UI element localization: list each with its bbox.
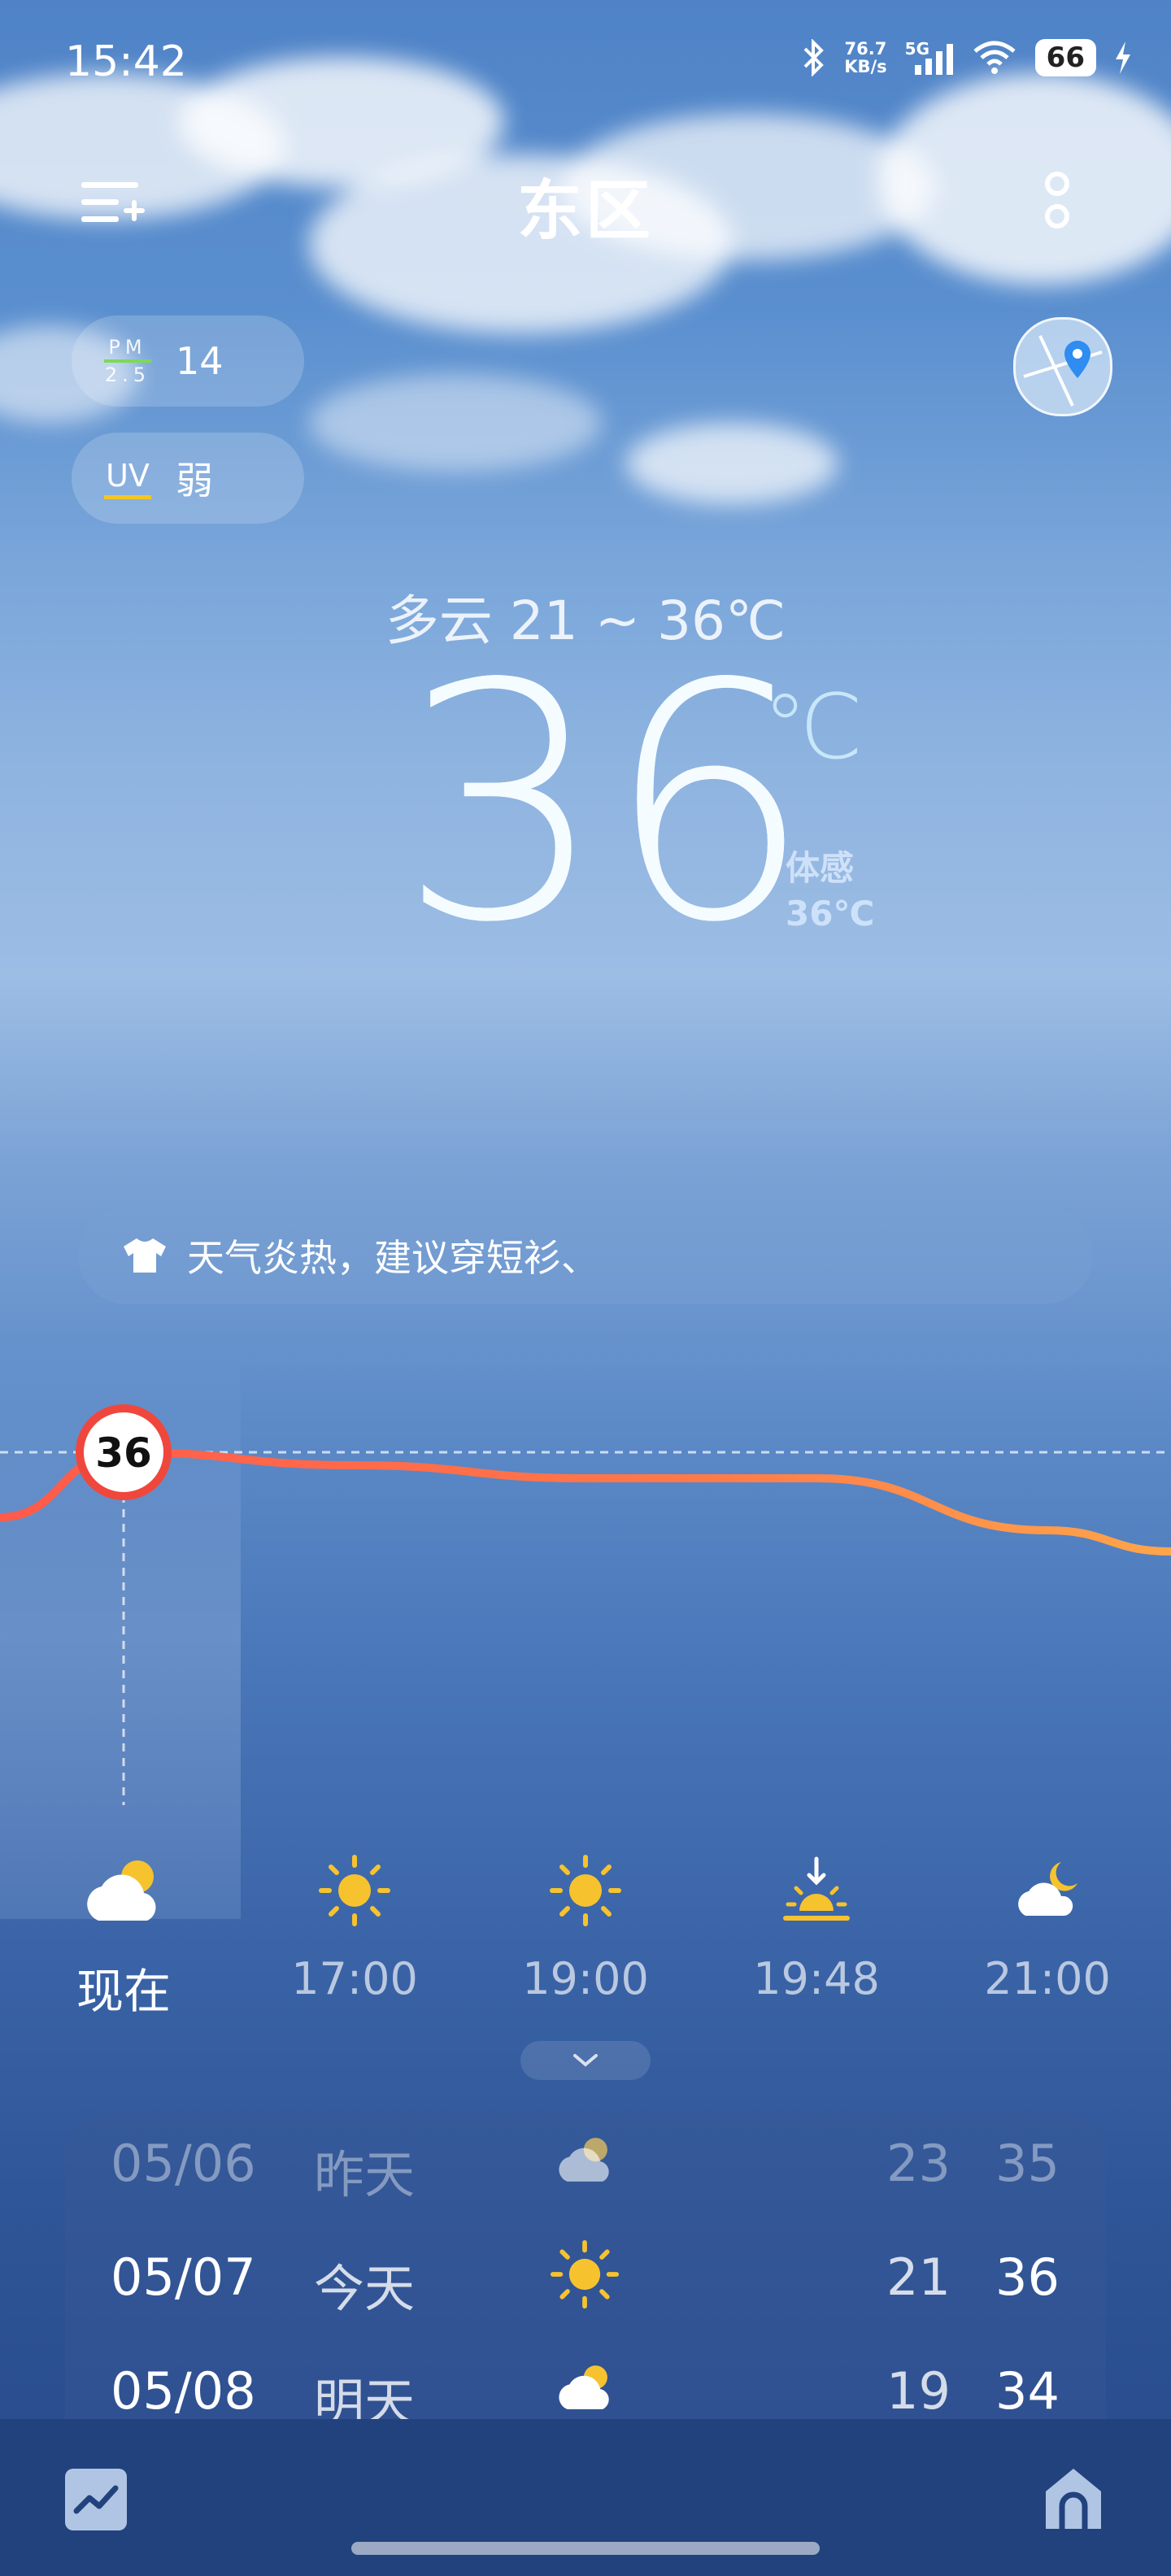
hour-label: 17:00 xyxy=(291,1953,418,2004)
map-button[interactable] xyxy=(1013,317,1112,416)
sun-icon xyxy=(319,1855,390,1926)
hour-label: 19:00 xyxy=(522,1953,649,2004)
advice-text: 天气炎热，建议穿短衫、 xyxy=(187,1236,599,1280)
hour-label: 现在 xyxy=(76,1964,171,2019)
daily-row[interactable]: 05/08 明天 19 34 xyxy=(65,2342,1106,2423)
pm-label-bottom: 2.5 xyxy=(104,363,151,386)
partly-cloudy-night-icon xyxy=(1018,1862,1077,1916)
partly-cloudy-day-icon xyxy=(87,1860,156,1921)
hour-item-now[interactable]: 现在 xyxy=(34,1854,213,2021)
now-temperature-marker: 36 xyxy=(76,1404,172,1500)
daily-row[interactable]: 05/07 今天 21 36 xyxy=(65,2228,1106,2326)
pm-label-top: PM xyxy=(108,336,147,359)
daily-low: 19 xyxy=(886,2361,951,2421)
signal-icon: 5G xyxy=(905,39,954,76)
expand-hourly-button[interactable] xyxy=(520,2041,651,2080)
uv-pill[interactable]: UV 弱 xyxy=(72,433,304,524)
gesture-home-indicator[interactable] xyxy=(351,2542,820,2555)
wifi-icon xyxy=(973,41,1016,74)
feels-like-label: 体感 xyxy=(786,848,855,888)
trend-button[interactable] xyxy=(65,2469,127,2530)
temperature-unit: ℃ xyxy=(763,675,864,779)
feels-like: 体感 36℃ xyxy=(786,846,874,937)
now-temperature-label: 36 xyxy=(95,1429,152,1477)
sunset-icon xyxy=(783,1856,850,1921)
daily-low: 23 xyxy=(886,2134,951,2193)
city-title[interactable]: 东区 xyxy=(0,159,1171,253)
hour-item-1900[interactable]: 19:00 xyxy=(496,1854,675,2004)
chevron-down-icon xyxy=(573,2054,598,2067)
trend-chart-icon xyxy=(73,2485,119,2514)
home-button[interactable] xyxy=(1041,2464,1106,2532)
partly-cloudy-day-icon xyxy=(553,2355,618,2423)
temperature-chart: 36 xyxy=(0,1404,1171,1805)
uv-label: UV xyxy=(104,458,151,499)
daily-date: 05/06 xyxy=(111,2134,256,2193)
pm25-pill[interactable]: PM 2.5 14 xyxy=(72,315,304,407)
feels-like-value: 36℃ xyxy=(786,894,875,933)
hour-label: 19:48 xyxy=(753,1953,880,2004)
sun-icon xyxy=(550,1855,621,1926)
pm-level-bar xyxy=(104,359,151,363)
status-icons: 76.7 KB/s 5G 66 xyxy=(802,39,1132,76)
current-temperature: 36 xyxy=(398,616,812,994)
hour-item-1948[interactable]: 19:48 xyxy=(727,1854,906,2004)
daily-date: 05/08 xyxy=(111,2361,256,2421)
daily-high: 34 xyxy=(995,2361,1060,2421)
daily-day: 今天 xyxy=(314,2259,416,2318)
home-icon xyxy=(1046,2469,1101,2529)
daily-date: 05/07 xyxy=(111,2247,256,2307)
daily-day: 明天 xyxy=(314,2373,416,2423)
map-pin-icon xyxy=(1023,335,1103,407)
temperature-line xyxy=(0,1447,1171,1556)
charging-icon xyxy=(1116,41,1130,74)
hour-item-2100[interactable]: 21:00 xyxy=(958,1854,1137,2004)
bluetooth-icon xyxy=(803,39,825,76)
clothing-advice[interactable]: 天气炎热，建议穿短衫、 xyxy=(78,1207,1093,1304)
daily-row[interactable]: 05/06 昨天 23 35 xyxy=(65,2114,1106,2212)
battery-level: 66 xyxy=(1034,39,1096,76)
pm25-value: 14 xyxy=(176,339,224,383)
sun-icon xyxy=(550,2239,620,2321)
partly-cloudy-day-icon xyxy=(553,2127,618,2204)
daily-day: 昨天 xyxy=(314,2145,416,2204)
daily-low: 21 xyxy=(886,2247,951,2307)
hour-item-1700[interactable]: 17:00 xyxy=(265,1854,444,2004)
status-time: 15:42 xyxy=(65,37,187,86)
net-speed: 76.7 KB/s xyxy=(844,40,886,76)
pm25-label: PM 2.5 xyxy=(104,337,151,385)
more-dots-icon[interactable] xyxy=(1041,169,1073,234)
daily-high: 36 xyxy=(995,2247,1060,2307)
uv-label-text: UV xyxy=(106,457,150,494)
tshirt-icon xyxy=(124,1238,166,1273)
uv-level-bar xyxy=(104,494,151,499)
daily-high: 35 xyxy=(995,2134,1060,2193)
net-speed-unit: KB/s xyxy=(844,57,887,76)
daily-forecast-card: 05/06 昨天 23 35 05/07 今天 21 36 05/08 明天 1… xyxy=(65,2114,1106,2423)
net-speed-value: 76.7 xyxy=(844,39,887,59)
hour-label: 21:00 xyxy=(984,1953,1111,2004)
uv-value: 弱 xyxy=(176,459,213,503)
